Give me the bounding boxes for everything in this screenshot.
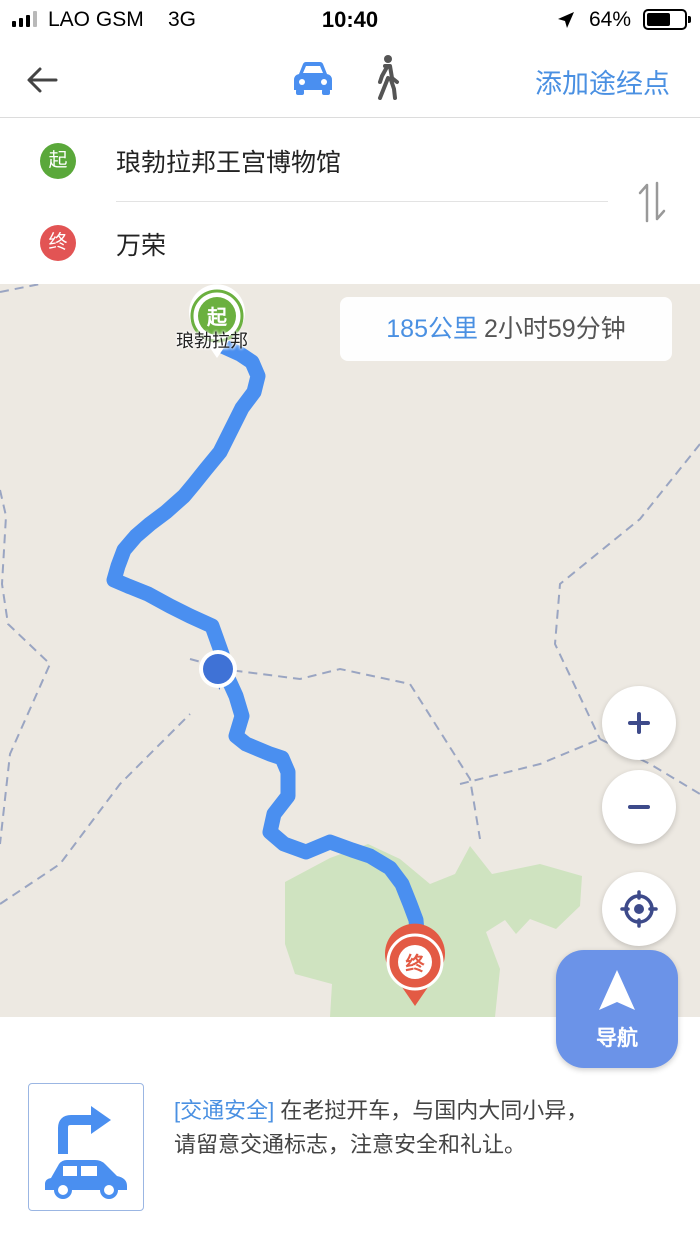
- tip-illustration: [28, 1083, 144, 1211]
- map-canvas: 起 终: [0, 284, 700, 1017]
- traffic-safety-tip: [交通安全] 在老挝开车，与国内大同小异， 请留意交通标志，注意安全和礼让。: [174, 1094, 684, 1162]
- start-marker-label: 琅勃拉邦: [176, 331, 248, 351]
- battery-icon: [643, 9, 691, 30]
- swap-vertical-icon[interactable]: [632, 179, 672, 225]
- tip-line-1: [交通安全] 在老挝开车，与国内大同小异，: [174, 1094, 684, 1128]
- start-navigation-button[interactable]: 导航: [556, 950, 678, 1068]
- route-distance: 185公里: [386, 315, 478, 343]
- tip-line-2: 请留意交通标志，注意安全和礼让。: [174, 1132, 527, 1157]
- zoom-out-button[interactable]: [602, 770, 676, 844]
- arrow-left-icon[interactable]: [22, 60, 62, 100]
- zoom-in-button[interactable]: [602, 686, 676, 760]
- route-inputs: 起 琅勃拉邦王宫博物馆 终 万荣: [0, 119, 700, 284]
- navigation-arrow-icon: [599, 970, 635, 1010]
- car-icon[interactable]: [290, 58, 336, 98]
- start-navigation-label: 导航: [596, 1027, 638, 1050]
- destination-field[interactable]: 万荣: [116, 226, 606, 262]
- origin-field[interactable]: 琅勃拉邦王宫博物馆: [116, 143, 606, 179]
- location-services-icon: [558, 12, 574, 28]
- locate-target-icon: [620, 890, 658, 928]
- status-bar: LAO GSM 3G 10:40 64%: [0, 0, 700, 40]
- destination-badge: 终: [40, 225, 76, 261]
- map-view[interactable]: 起 终 琅勃拉邦 185公里 2小时59分钟: [0, 284, 700, 1017]
- turn-right-car-icon: [45, 1106, 127, 1199]
- end-marker-text: 终: [405, 952, 425, 975]
- battery-percent: 64%: [589, 8, 632, 31]
- top-nav-bar: 添加途经点: [0, 40, 700, 118]
- route-summary: 185公里 2小时59分钟: [340, 297, 672, 361]
- route-duration: 2小时59分钟: [484, 315, 626, 343]
- walk-icon[interactable]: [370, 54, 404, 100]
- origin-badge: 起: [40, 143, 76, 179]
- locate-button[interactable]: [602, 872, 676, 946]
- add-waypoint-button[interactable]: 添加途经点: [535, 62, 670, 101]
- tip-tag[interactable]: [交通安全]: [174, 1098, 274, 1123]
- tip-line-1-text: 在老挝开车，与国内大同小异，: [280, 1098, 589, 1123]
- start-marker-text: 起: [206, 305, 228, 329]
- route-line: [106, 336, 426, 952]
- field-divider: [116, 201, 608, 202]
